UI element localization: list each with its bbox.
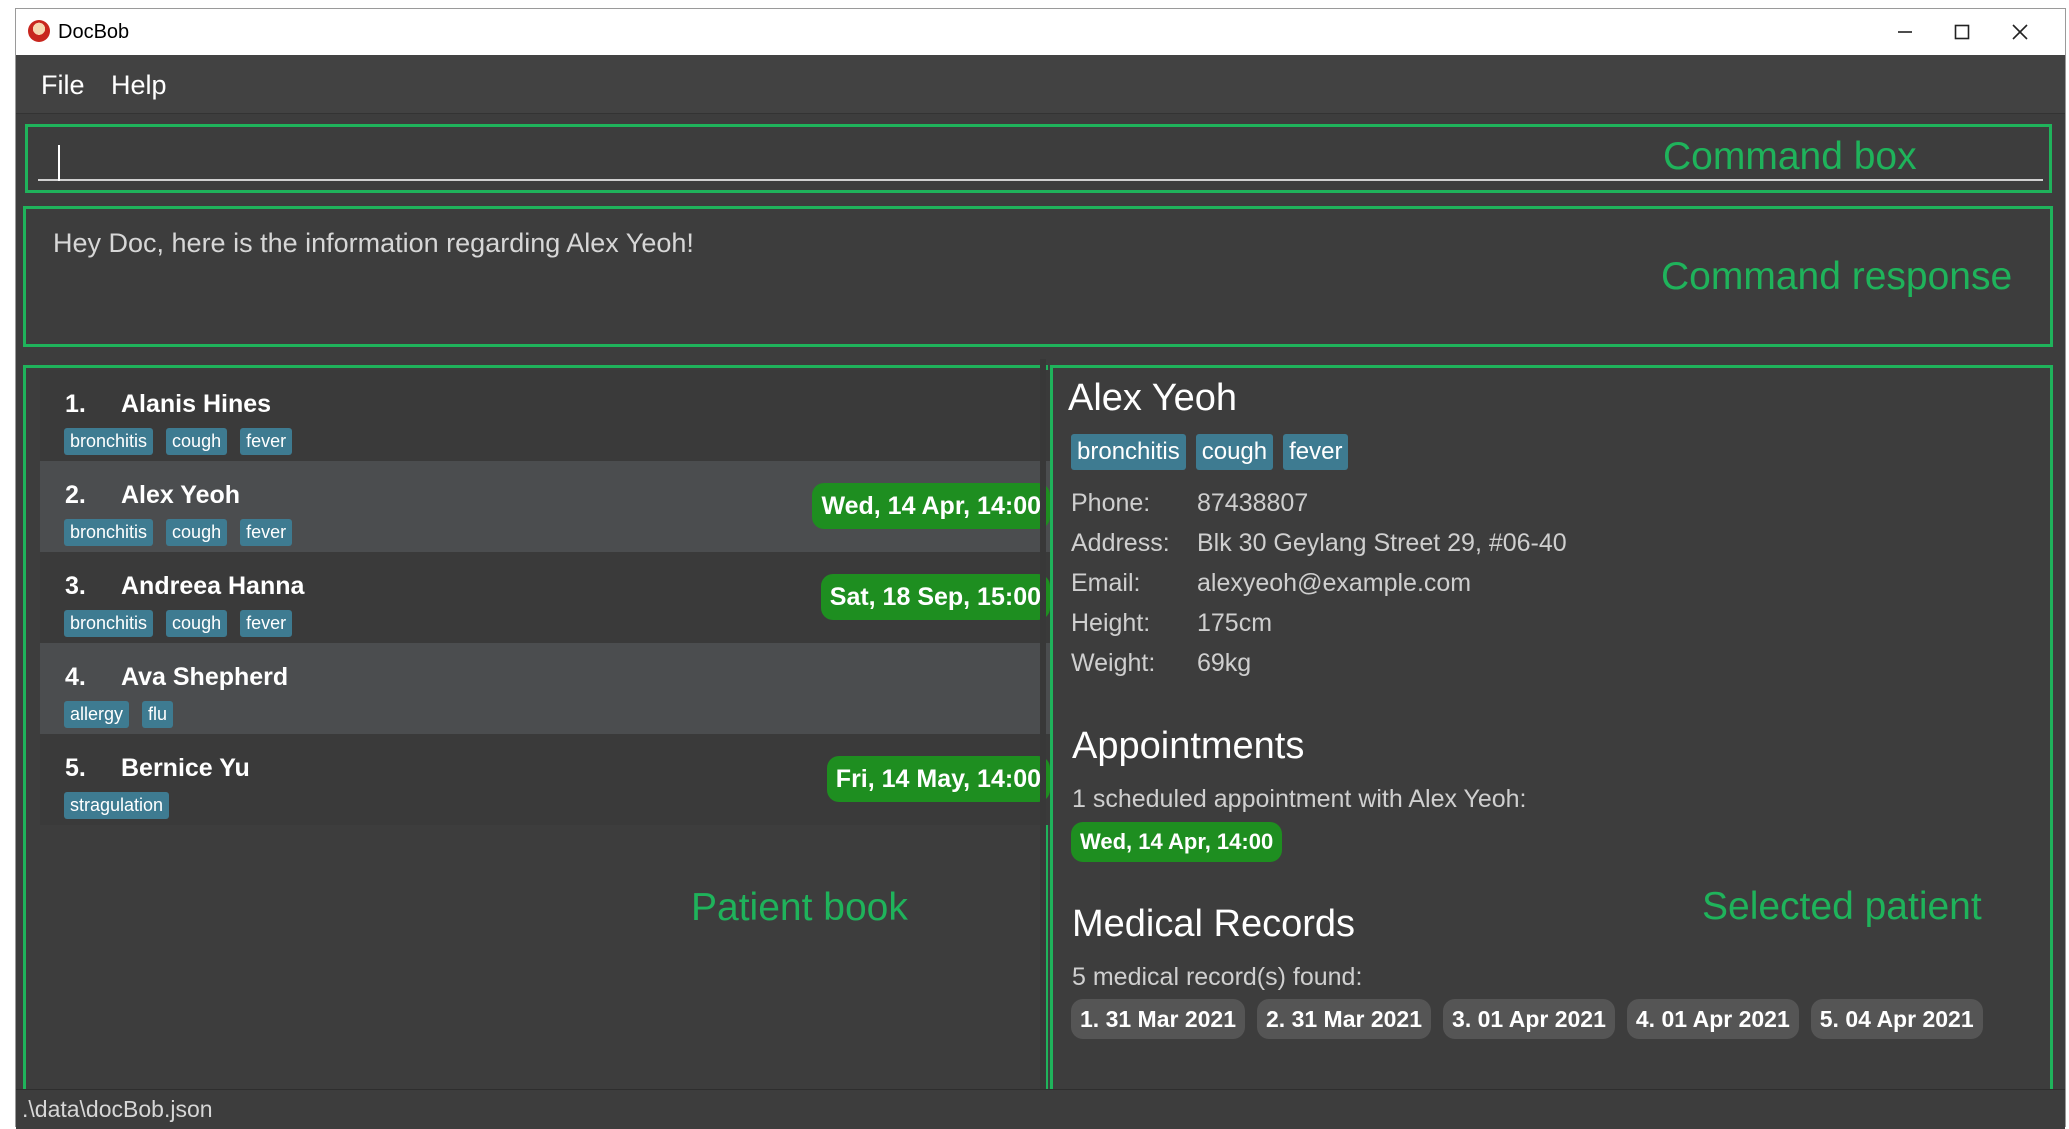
patient-index: 3. (65, 572, 86, 600)
split-pane-divider[interactable] (1040, 359, 1046, 1099)
docbob-app-icon (28, 20, 50, 42)
patient-card[interactable]: 4. Ava Shepherd allergy flu (40, 643, 1052, 734)
patient-card[interactable]: 2. Alex Yeoh bronchitis cough fever Wed,… (40, 461, 1052, 552)
appointments-summary: 1 scheduled appointment with Alex Yeoh: (1072, 785, 1527, 813)
weight-value: 69kg (1197, 649, 1252, 677)
command-box[interactable]: Command box (25, 124, 2052, 193)
tag: bronchitis (64, 519, 154, 546)
minimize-icon (1898, 31, 1912, 33)
menu-help[interactable]: Help (111, 70, 167, 101)
tag: cough (1195, 434, 1274, 470)
patient-index: 4. (65, 663, 86, 691)
appointments-heading: Appointments (1072, 725, 1305, 767)
menu-bar: File Help (16, 55, 2065, 114)
tag: cough (166, 610, 228, 637)
patient-index: 2. (65, 481, 86, 509)
text-caret (58, 145, 60, 181)
command-response-box: Hey Doc, here is the information regardi… (23, 206, 2053, 347)
command-response-text: Hey Doc, here is the information regardi… (53, 228, 694, 258)
patient-book: 1. Alanis Hines bronchitis cough fever 2… (23, 365, 1052, 1092)
medical-records-heading: Medical Records (1072, 903, 1355, 945)
medical-records-summary: 5 medical record(s) found: (1072, 963, 1363, 991)
tag: fever (1283, 434, 1349, 470)
medical-record-button[interactable]: 1. 31 Mar 2021 (1071, 999, 1246, 1039)
patient-tags: bronchitis cough fever (64, 610, 293, 637)
patient-name: Andreea Hanna (121, 572, 305, 600)
tag: stragulation (64, 792, 170, 819)
window-title: DocBob (58, 21, 130, 43)
patient-book-annotation: Patient book (691, 886, 908, 929)
status-bar: .\data\docBob.json (16, 1089, 2065, 1129)
tag: cough (166, 428, 228, 455)
medical-records-list: 1. 31 Mar 2021 2. 31 Mar 2021 3. 01 Apr … (1071, 999, 1983, 1039)
patient-index: 1. (65, 390, 86, 418)
tag: bronchitis (64, 610, 154, 637)
menu-file[interactable]: File (41, 70, 85, 101)
patient-list: 1. Alanis Hines bronchitis cough fever 2… (40, 370, 1052, 825)
appointment-badge: Fri, 14 May, 14:00 (826, 756, 1050, 802)
weight-label: Weight: (1071, 649, 1156, 677)
tag: allergy (64, 701, 130, 728)
tag: bronchitis (64, 428, 154, 455)
tag: bronchitis (1071, 434, 1186, 470)
close-button[interactable] (1984, 9, 2056, 55)
medical-record-button[interactable]: 2. 31 Mar 2021 (1257, 999, 1432, 1039)
address-value: Blk 30 Geylang Street 29, #06-40 (1197, 529, 1567, 557)
patient-card[interactable]: 5. Bernice Yu stragulation Fri, 14 May, … (40, 734, 1052, 825)
patient-name: Ava Shepherd (121, 663, 289, 691)
patient-tags: bronchitis cough fever (64, 428, 293, 455)
close-icon (2012, 24, 2028, 40)
title-bar[interactable]: DocBob (16, 9, 2065, 55)
tag: fever (240, 519, 293, 546)
tag: flu (142, 701, 174, 728)
patient-tags: allergy flu (64, 701, 174, 728)
medical-record-button[interactable]: 3. 01 Apr 2021 (1443, 999, 1615, 1039)
patient-tags: bronchitis cough fever (64, 519, 293, 546)
tag: fever (240, 610, 293, 637)
data-file-path: .\data\docBob.json (22, 1096, 213, 1122)
patient-name: Bernice Yu (121, 754, 250, 782)
patient-tags: stragulation (64, 792, 170, 819)
patient-card[interactable]: 3. Andreea Hanna bronchitis cough fever … (40, 552, 1052, 643)
command-response-annotation: Command response (1661, 255, 2013, 298)
selected-patient-annotation: Selected patient (1702, 885, 1982, 928)
appointment-badge[interactable]: Wed, 14 Apr, 14:00 (1071, 822, 1283, 862)
email-label: Email: (1071, 569, 1141, 597)
height-label: Height: (1071, 609, 1151, 637)
phone-label: Phone: (1071, 489, 1151, 517)
email-value: alexyeoh@example.com (1197, 569, 1472, 597)
address-label: Address: (1071, 529, 1170, 557)
tag: cough (166, 519, 228, 546)
phone-value: 87438807 (1197, 489, 1309, 517)
appointment-badge: Sat, 18 Sep, 15:00 (820, 574, 1050, 620)
patient-index: 5. (65, 754, 86, 782)
patient-name: Alanis Hines (121, 390, 272, 418)
selected-patient-tags: bronchitis cough fever (1071, 434, 1349, 470)
medical-record-button[interactable]: 4. 01 Apr 2021 (1626, 999, 1799, 1039)
command-box-annotation: Command box (1663, 135, 1917, 178)
appointment-badge: Wed, 14 Apr, 14:00 (812, 483, 1050, 529)
app-window: DocBob File Help Command box Hey Doc, he… (15, 8, 2066, 1129)
tag: fever (240, 428, 293, 455)
medical-record-button[interactable]: 5. 04 Apr 2021 (1810, 999, 1983, 1039)
selected-patient-name: Alex Yeoh (1068, 377, 1238, 419)
maximize-icon (1954, 24, 1970, 40)
patient-card[interactable]: 1. Alanis Hines bronchitis cough fever (40, 370, 1052, 461)
height-value: 175cm (1197, 609, 1273, 637)
patient-name: Alex Yeoh (121, 481, 241, 509)
